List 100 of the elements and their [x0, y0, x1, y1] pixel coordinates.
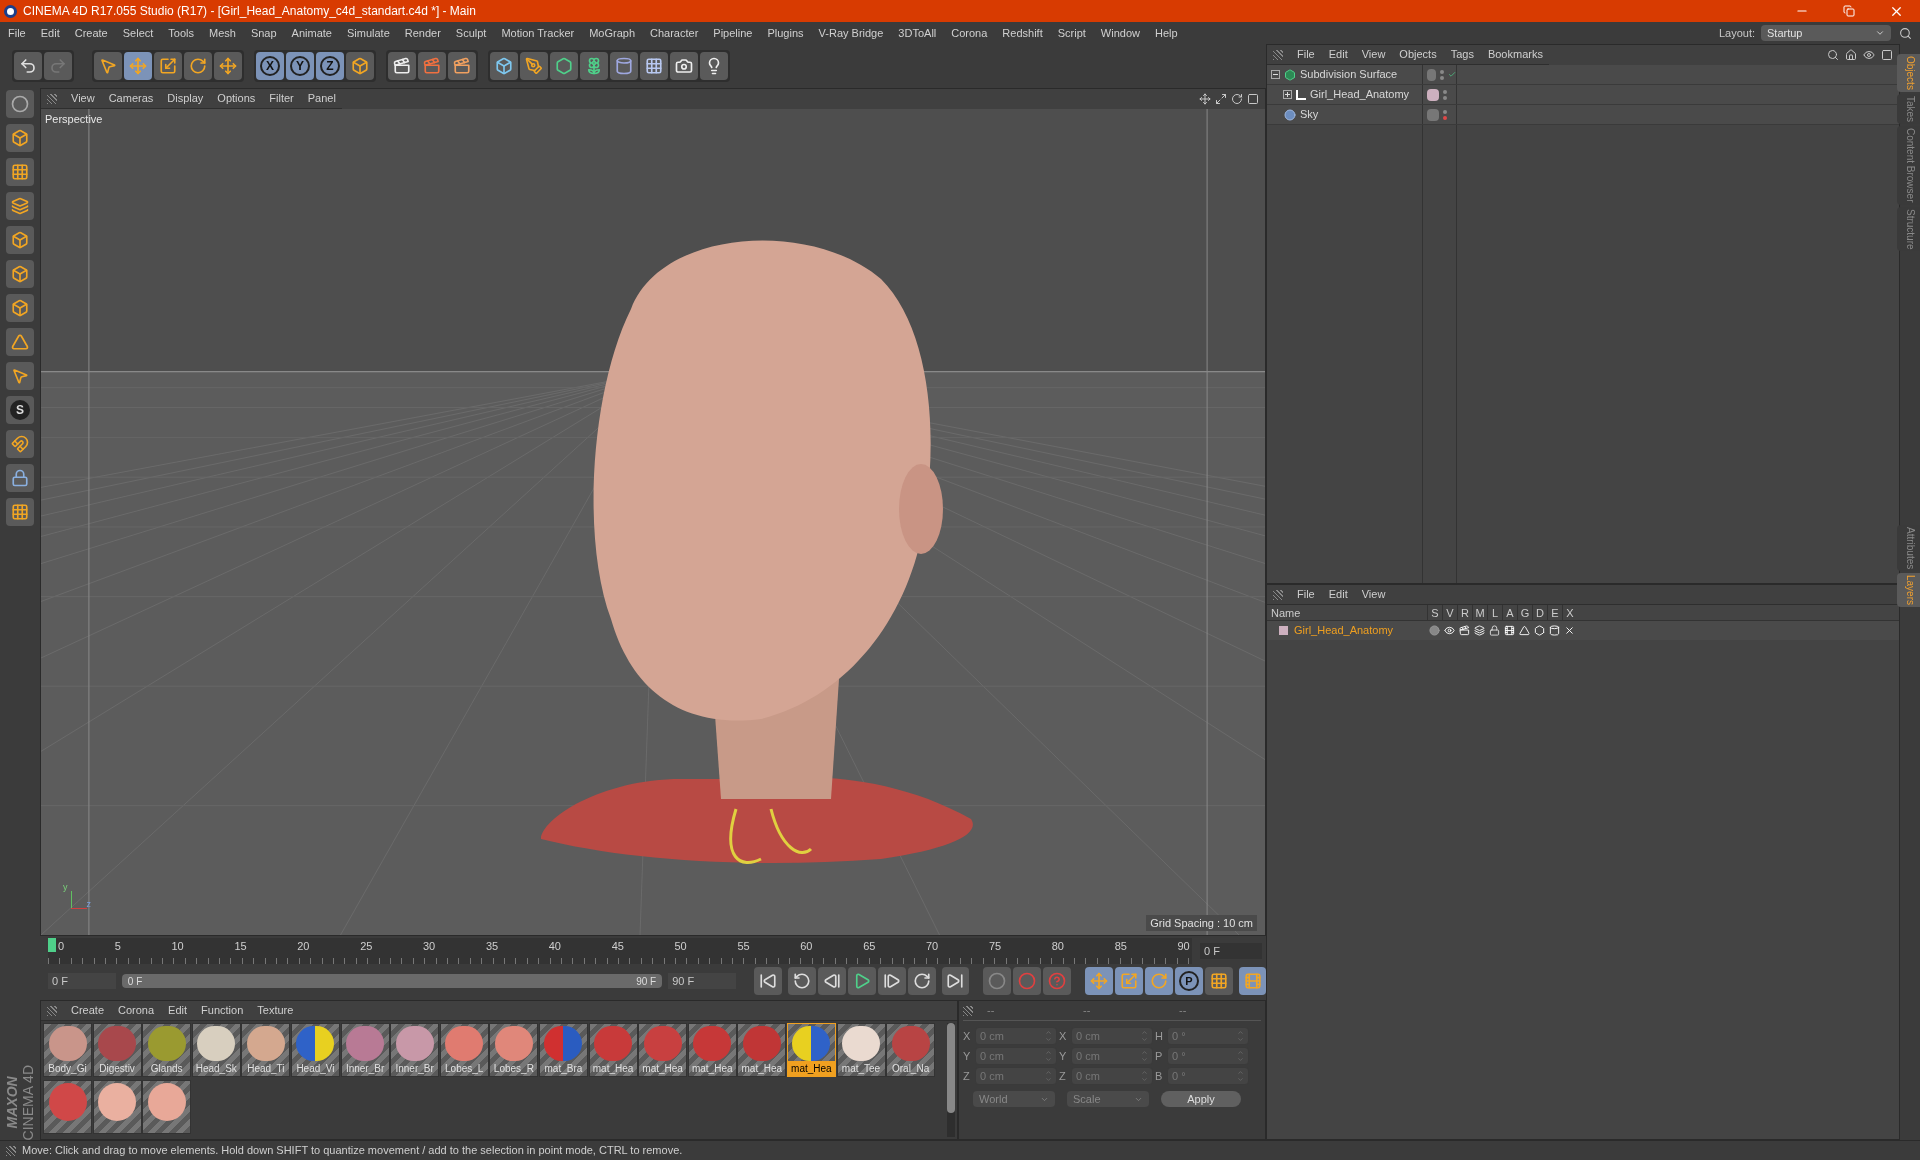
play-button[interactable]: [848, 967, 876, 995]
layer-manager-menu-item[interactable]: Edit: [1328, 586, 1348, 603]
polygons-mode-button[interactable]: [6, 294, 34, 322]
menu-item[interactable]: Pipeline: [713, 24, 753, 42]
menu-item[interactable]: Corona: [951, 24, 988, 42]
column-header[interactable]: S: [1427, 605, 1442, 620]
layer-hatch-icon[interactable]: [1427, 68, 1436, 81]
grid-lock-button[interactable]: [6, 464, 34, 492]
next-frame-button[interactable]: [878, 967, 906, 995]
material-swatch[interactable]: mat_Tee: [836, 1023, 886, 1077]
material-swatch[interactable]: Oral_Na: [886, 1023, 936, 1077]
search-icon[interactable]: [1827, 49, 1839, 61]
menu-item[interactable]: Plugins: [767, 24, 804, 42]
timeline-button[interactable]: [1239, 967, 1266, 995]
column-header[interactable]: X: [1562, 605, 1577, 620]
floor-button[interactable]: [640, 52, 668, 80]
object-manager-menu-item[interactable]: Tags: [1450, 46, 1474, 63]
material-swatch[interactable]: Inner_Br: [390, 1023, 440, 1077]
menu-item[interactable]: Select: [122, 24, 154, 42]
menu-item[interactable]: Mesh: [209, 24, 236, 42]
scrollbar[interactable]: [947, 1023, 955, 1137]
animation-icon[interactable]: [1504, 625, 1515, 636]
column-header[interactable]: L: [1487, 605, 1502, 620]
previous-frame-button[interactable]: [818, 967, 846, 995]
enabled-check-icon[interactable]: [1447, 69, 1456, 80]
move-tool[interactable]: [124, 52, 152, 80]
column-header[interactable]: A: [1502, 605, 1517, 620]
material-menu-item[interactable]: Corona: [118, 1002, 155, 1019]
side-tab[interactable]: Layers: [1896, 573, 1920, 608]
previous-key-button[interactable]: [788, 967, 816, 995]
layer-color-swatch[interactable]: [1279, 626, 1288, 635]
model-mode-button[interactable]: [6, 124, 34, 152]
lock-icon[interactable]: [1489, 625, 1500, 636]
key-scale-button[interactable]: [1115, 967, 1143, 995]
material-menu-item[interactable]: Texture: [257, 1002, 294, 1019]
menu-item[interactable]: Redshift: [1002, 24, 1043, 42]
coordinate-system-button[interactable]: [346, 52, 374, 80]
frame-range-slider[interactable]: 0 F 90 F: [121, 974, 663, 988]
key-parameter-button[interactable]: P: [1175, 967, 1203, 995]
next-key-button[interactable]: [908, 967, 936, 995]
material-menu-item[interactable]: Edit: [168, 1002, 188, 1019]
workplane-lock-button[interactable]: [6, 498, 34, 526]
material-menu-item[interactable]: Function: [201, 1002, 244, 1019]
object-manager-menu-item[interactable]: View: [1361, 46, 1386, 63]
viewport-menu-item[interactable]: Options: [217, 90, 256, 107]
layer-hatch-icon[interactable]: [1427, 108, 1439, 121]
menu-item[interactable]: Render: [404, 24, 441, 42]
solo-icon[interactable]: [1429, 625, 1440, 636]
material-swatch[interactable]: Head_Vi: [290, 1023, 340, 1077]
material-swatch[interactable]: Head_Sk: [191, 1023, 241, 1077]
menu-item[interactable]: Character: [650, 24, 699, 42]
xref-icon[interactable]: [1564, 625, 1575, 636]
end-frame-field[interactable]: 90 F: [668, 973, 736, 989]
material-swatch[interactable]: [43, 1080, 92, 1134]
menu-item[interactable]: Create: [74, 24, 108, 42]
column-header[interactable]: V: [1442, 605, 1457, 620]
axis-lock-button[interactable]: Y: [286, 52, 314, 80]
undo-button[interactable]: [14, 52, 42, 80]
material-swatch[interactable]: Inner_Br: [340, 1023, 390, 1077]
material-swatch[interactable]: Head_Ti: [241, 1023, 291, 1077]
key-position-button[interactable]: [1085, 967, 1113, 995]
material-swatch[interactable]: Glands: [142, 1023, 192, 1077]
timeline-ruler[interactable]: 0 5 10 15 20 25 30 35 40 45 50 55 60 65 70 75 80 85 90: [48, 938, 1192, 964]
material-swatch[interactable]: [92, 1080, 142, 1134]
orbit-view-icon[interactable]: [1231, 93, 1243, 105]
axis-lock-button[interactable]: Z: [316, 52, 344, 80]
subdivision-button[interactable]: [550, 52, 578, 80]
material-swatch[interactable]: Digestiv: [92, 1023, 142, 1077]
layer-manager-menu-item[interactable]: View: [1361, 586, 1386, 603]
object-name[interactable]: Girl_Head_Anatomy: [1310, 86, 1410, 103]
object-manager-menu-item[interactable]: Edit: [1328, 46, 1348, 63]
object-manager-menu-item[interactable]: File: [1297, 46, 1315, 63]
axis-mode-button[interactable]: [6, 328, 34, 356]
render-settings-button[interactable]: [448, 52, 476, 80]
go-to-start-button[interactable]: [754, 967, 782, 995]
column-header[interactable]: E: [1547, 605, 1562, 620]
transform-tool[interactable]: [214, 52, 242, 80]
render-view-button[interactable]: [388, 52, 416, 80]
collapse-icon[interactable]: [1271, 70, 1280, 79]
material-swatch[interactable]: mat_Hea: [786, 1023, 836, 1077]
current-frame-field[interactable]: 0 F: [1200, 943, 1262, 959]
menu-item[interactable]: File: [8, 24, 26, 42]
material-swatch[interactable]: mat_Hea: [687, 1023, 737, 1077]
column-header[interactable]: M: [1472, 605, 1487, 620]
sculpt-mode-button[interactable]: [6, 90, 34, 118]
motion-record-button[interactable]: [983, 967, 1011, 995]
cube-button[interactable]: [490, 52, 518, 80]
material-swatch[interactable]: mat_Hea: [737, 1023, 787, 1077]
restore-icon[interactable]: [1843, 5, 1855, 17]
tweak-button[interactable]: [6, 362, 34, 390]
edges-mode-button[interactable]: [6, 260, 34, 288]
search-icon[interactable]: [1899, 26, 1912, 40]
menu-item[interactable]: Snap: [250, 24, 277, 42]
key-rotation-button[interactable]: [1145, 967, 1173, 995]
view-icon[interactable]: [1863, 49, 1875, 61]
menu-item[interactable]: Sculpt: [455, 24, 487, 42]
pen-button[interactable]: [520, 52, 548, 80]
menu-item[interactable]: Help: [1154, 24, 1178, 42]
material-swatch[interactable]: Lobes_L: [439, 1023, 489, 1077]
go-to-end-button[interactable]: [942, 967, 969, 995]
